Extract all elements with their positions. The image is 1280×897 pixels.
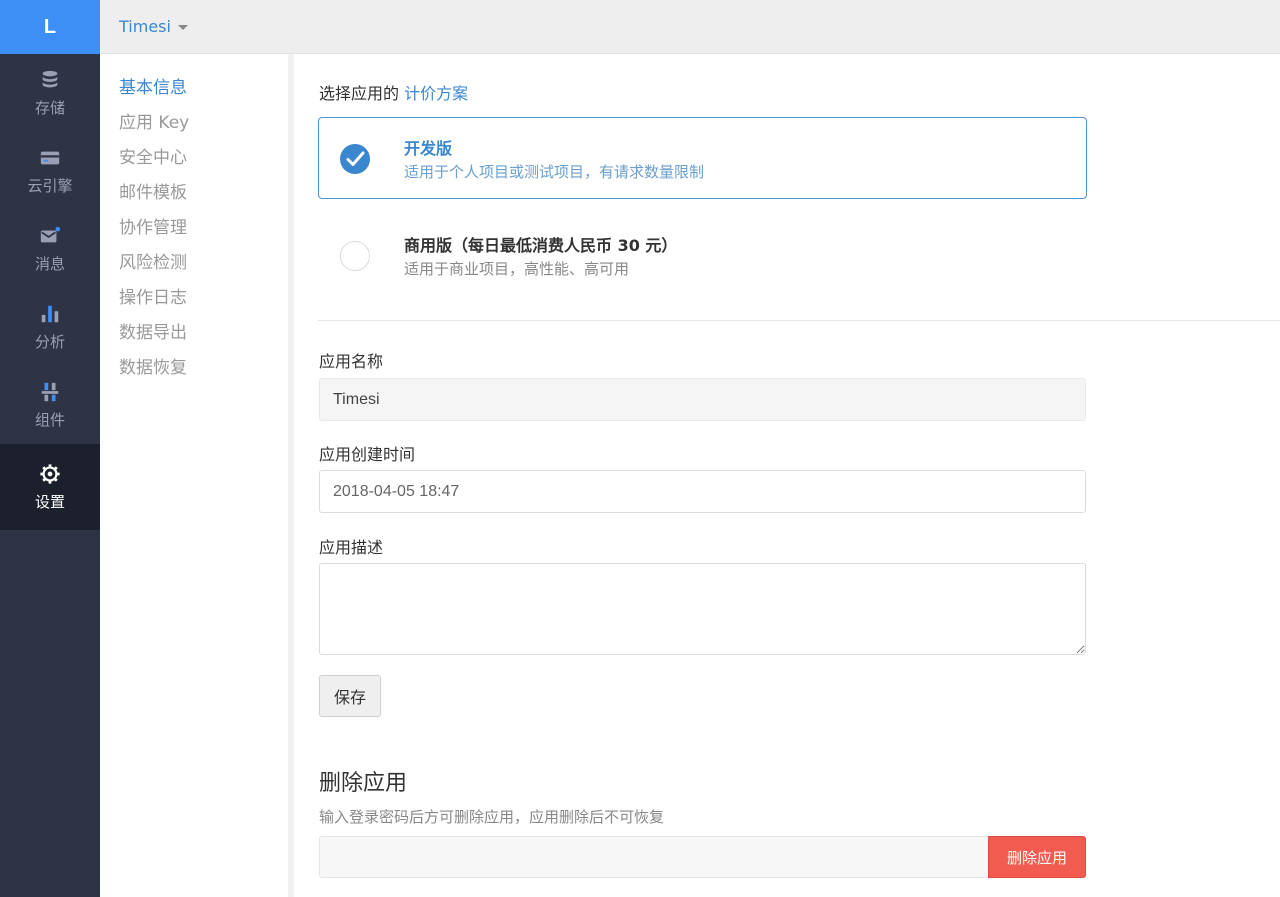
- subnav-item-email-templates[interactable]: 邮件模板: [119, 182, 288, 217]
- app-name-label: 应用名称: [319, 352, 384, 371]
- radio-checked[interactable]: [340, 144, 370, 174]
- subnav-item-basic-info[interactable]: 基本信息: [119, 77, 288, 112]
- app-description-field[interactable]: [319, 563, 1086, 655]
- message-icon: [40, 226, 61, 242]
- database-icon: [42, 70, 58, 87]
- nav-item-cloud-engine[interactable]: 云引擎: [0, 132, 100, 210]
- nav-label: 存储: [34, 98, 65, 117]
- settings-main: 选择应用的 计价方案 开发版 适用于个人项目或测试项目，有请求数量限制 商用版（…: [294, 54, 1280, 897]
- delete-app-heading: 删除应用: [319, 771, 408, 796]
- app-name: Timesi: [119, 17, 171, 36]
- subnav-item-risk-detection[interactable]: 风险检测: [119, 252, 288, 287]
- delete-app-hint: 输入登录密码后方可删除应用，应用删除后不可恢复: [319, 808, 665, 826]
- app-logo[interactable]: L: [0, 0, 100, 54]
- plan-option-developer[interactable]: 开发版 适用于个人项目或测试项目，有请求数量限制: [318, 117, 1087, 199]
- plan-description: 适用于商业项目，高性能、高可用: [404, 260, 630, 278]
- components-icon: [41, 382, 59, 401]
- app-description-label: 应用描述: [319, 538, 384, 557]
- nav-label: 消息: [34, 254, 65, 273]
- delete-app-button[interactable]: 删除应用: [988, 836, 1086, 878]
- subnav-item-data-export[interactable]: 数据导出: [119, 322, 288, 357]
- plan-name: 开发版: [404, 139, 453, 158]
- delete-password-field[interactable]: [319, 836, 989, 878]
- pricing-title-prefix: 选择应用的: [319, 84, 400, 103]
- created-time-field[interactable]: [319, 470, 1086, 513]
- nav-item-storage[interactable]: 存储: [0, 54, 100, 132]
- radio-unchecked[interactable]: [340, 241, 370, 271]
- app-switcher[interactable]: Timesi: [119, 17, 188, 36]
- pricing-link[interactable]: 计价方案: [404, 84, 468, 103]
- gear-icon: [40, 463, 60, 484]
- nav-label: 分析: [34, 332, 65, 351]
- nav-label: 组件: [34, 410, 65, 429]
- nav-label: 云引擎: [27, 176, 73, 195]
- caret-down-icon: [177, 25, 188, 30]
- nav-label: 设置: [34, 492, 65, 511]
- nav-item-settings[interactable]: 设置: [0, 444, 100, 530]
- app-name-field[interactable]: [319, 378, 1086, 421]
- settings-subnav: 基本信息 应用 Key 安全中心 邮件模板 协作管理 风险检测 操作日志 数据导…: [100, 54, 288, 897]
- created-time-label: 应用创建时间: [319, 445, 416, 464]
- plan-description: 适用于个人项目或测试项目，有请求数量限制: [404, 163, 705, 181]
- bar-chart-icon: [41, 305, 59, 322]
- cloud-engine-icon: [40, 151, 60, 164]
- subnav-item-collaboration[interactable]: 协作管理: [119, 217, 288, 252]
- main-nav: L 存储 云引擎 消息 分析 组件 设置: [0, 0, 100, 897]
- nav-item-message[interactable]: 消息: [0, 210, 100, 288]
- subnav-item-operation-log[interactable]: 操作日志: [119, 287, 288, 322]
- nav-item-components[interactable]: 组件: [0, 366, 100, 444]
- pricing-title: 选择应用的 计价方案: [319, 80, 468, 104]
- subnav-item-security[interactable]: 安全中心: [119, 147, 288, 182]
- top-bar: Timesi: [100, 0, 1280, 54]
- save-button[interactable]: 保存: [319, 675, 381, 717]
- check-icon: [346, 151, 365, 166]
- plan-name: 商用版（每日最低消费人民币 30 元）: [404, 236, 678, 255]
- subnav-item-app-key[interactable]: 应用 Key: [119, 112, 288, 147]
- nav-item-analytics[interactable]: 分析: [0, 288, 100, 366]
- subnav-item-data-restore[interactable]: 数据恢复: [119, 357, 288, 392]
- plan-option-commercial[interactable]: 商用版（每日最低消费人民币 30 元） 适用于商业项目，高性能、高可用: [318, 214, 1087, 296]
- section-divider: [318, 320, 1280, 321]
